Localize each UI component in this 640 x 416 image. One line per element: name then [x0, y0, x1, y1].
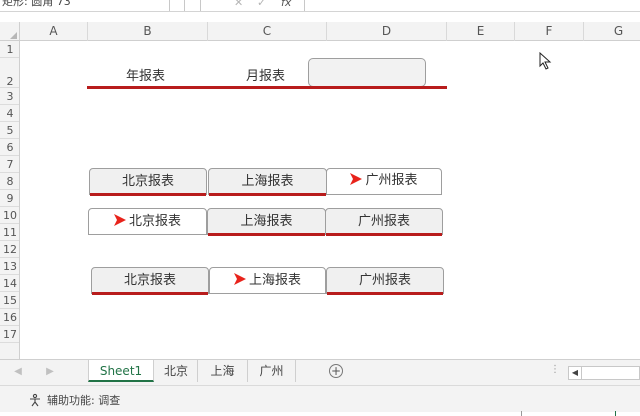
row-header[interactable]: 5 [0, 122, 19, 139]
row-header[interactable]: 15 [0, 292, 19, 309]
horizontal-scrollbar[interactable]: ◀ [568, 366, 640, 380]
row-header[interactable]: 12 [0, 241, 19, 258]
row-header[interactable]: 9 [0, 190, 19, 207]
tab-underline [209, 193, 326, 196]
formula-tools: ✕ ✓ fx [200, 0, 305, 11]
tab-shanghai-report[interactable]: 上海报表 [208, 168, 327, 196]
row-header[interactable]: 2 [0, 58, 19, 88]
year-report-label[interactable]: 年报表 [126, 65, 165, 84]
status-divider [521, 411, 522, 416]
active-arrow-icon [113, 214, 126, 226]
tab-label: 上海报表 [240, 214, 293, 229]
row-header[interactable]: 10 [0, 207, 19, 224]
row-header[interactable]: 14 [0, 275, 19, 292]
sheet-tab-beijing[interactable]: 北京 [155, 360, 198, 382]
rounded-rectangle-shape[interactable] [308, 58, 426, 87]
tab-underline [208, 233, 325, 236]
row-header[interactable]: 4 [0, 105, 19, 122]
column-header-a[interactable]: A [20, 22, 88, 41]
tab-guangzhou-report[interactable]: 广州报表 [326, 267, 444, 295]
row-header[interactable]: 16 [0, 309, 19, 326]
enter-icon[interactable]: ✓ [257, 0, 266, 9]
accessibility-status[interactable]: 辅助功能: 调查 [47, 392, 120, 408]
tab-split-handle-icon[interactable]: ⋮ [550, 364, 560, 375]
row-header-column: 1 2 3 4 5 6 7 8 9 10 11 12 13 14 15 16 1… [0, 41, 20, 359]
column-header-row: A B C D E F G [0, 22, 640, 41]
select-all-icon [10, 32, 17, 39]
header-underline [87, 86, 447, 89]
tab-underline [90, 193, 206, 196]
sheet-tab-sheet1[interactable]: Sheet1 [88, 360, 154, 382]
tab-label: 上海报表 [241, 174, 294, 189]
month-report-label[interactable]: 月报表 [246, 65, 285, 84]
column-header-b[interactable]: B [88, 22, 208, 41]
active-arrow-icon [350, 173, 363, 185]
tab-shanghai-report-active[interactable]: 上海报表 [209, 267, 326, 294]
row-header[interactable]: 11 [0, 224, 19, 241]
name-box[interactable]: 矩形: 圆角 73 [0, 0, 170, 11]
tab-label: 广州报表 [365, 173, 418, 188]
accessibility-icon[interactable] [28, 393, 42, 407]
active-arrow-icon [233, 273, 246, 285]
insert-function-icon[interactable]: fx [281, 0, 291, 9]
worksheet-grid[interactable]: 年报表 月报表 北京报表 上海报表 广州报表 北京报表 上海报表 广州报表 北京… [21, 41, 640, 359]
tab-shanghai-report[interactable]: 上海报表 [207, 208, 326, 236]
zoom-marker [615, 411, 616, 416]
tab-beijing-report[interactable]: 北京报表 [91, 267, 209, 295]
select-all-corner[interactable] [0, 22, 20, 41]
column-header-g[interactable]: G [584, 22, 640, 41]
tab-label: 北京报表 [128, 214, 181, 229]
row-header[interactable]: 13 [0, 258, 19, 275]
tab-label: 北京报表 [121, 174, 174, 189]
sheet-tab-shanghai[interactable]: 上海 [198, 360, 248, 382]
row-header[interactable]: 3 [0, 88, 19, 105]
scroll-sheets-right-icon[interactable]: ▶ [44, 364, 56, 380]
tab-underline [326, 233, 442, 236]
formula-divider [184, 0, 185, 11]
tab-beijing-report[interactable]: 北京报表 [89, 168, 207, 196]
tab-guangzhou-report-active[interactable]: 广州报表 [326, 168, 442, 195]
tab-label: 广州报表 [357, 214, 410, 229]
column-header-d[interactable]: D [327, 22, 447, 41]
tab-underline [327, 292, 443, 295]
tab-guangzhou-report[interactable]: 广州报表 [325, 208, 443, 236]
mouse-pointer-icon [539, 52, 552, 70]
tab-underline [92, 292, 208, 295]
row-header[interactable]: 6 [0, 139, 19, 156]
row-header[interactable]: 17 [0, 326, 19, 343]
formula-bar: 矩形: 圆角 73 ✕ ✓ fx [0, 0, 640, 12]
tab-label: 北京报表 [123, 273, 176, 288]
column-header-e[interactable]: E [447, 22, 515, 41]
cancel-icon[interactable]: ✕ [234, 0, 243, 9]
row-header[interactable]: 7 [0, 156, 19, 173]
status-bar: 辅助功能: 调查 [0, 385, 640, 416]
row-header[interactable]: 8 [0, 173, 19, 190]
formula-input[interactable] [306, 0, 640, 11]
row-header[interactable]: 1 [0, 41, 19, 58]
tab-label: 广州报表 [358, 273, 411, 288]
add-sheet-button[interactable]: + [329, 364, 343, 378]
column-header-f[interactable]: F [515, 22, 584, 41]
status-bottom-strip [0, 412, 640, 416]
tab-beijing-report-active[interactable]: 北京报表 [88, 208, 207, 235]
column-header-c[interactable]: C [208, 22, 327, 41]
sheet-tab-bar: ◀ ▶ Sheet1 北京 上海 广州 + ⋮ ◀ [0, 359, 640, 385]
scroll-sheets-left-icon[interactable]: ◀ [12, 364, 24, 380]
tab-label: 上海报表 [248, 273, 301, 288]
sheet-tab-guangzhou[interactable]: 广州 [248, 360, 296, 382]
scroll-left-icon[interactable]: ◀ [569, 367, 582, 379]
